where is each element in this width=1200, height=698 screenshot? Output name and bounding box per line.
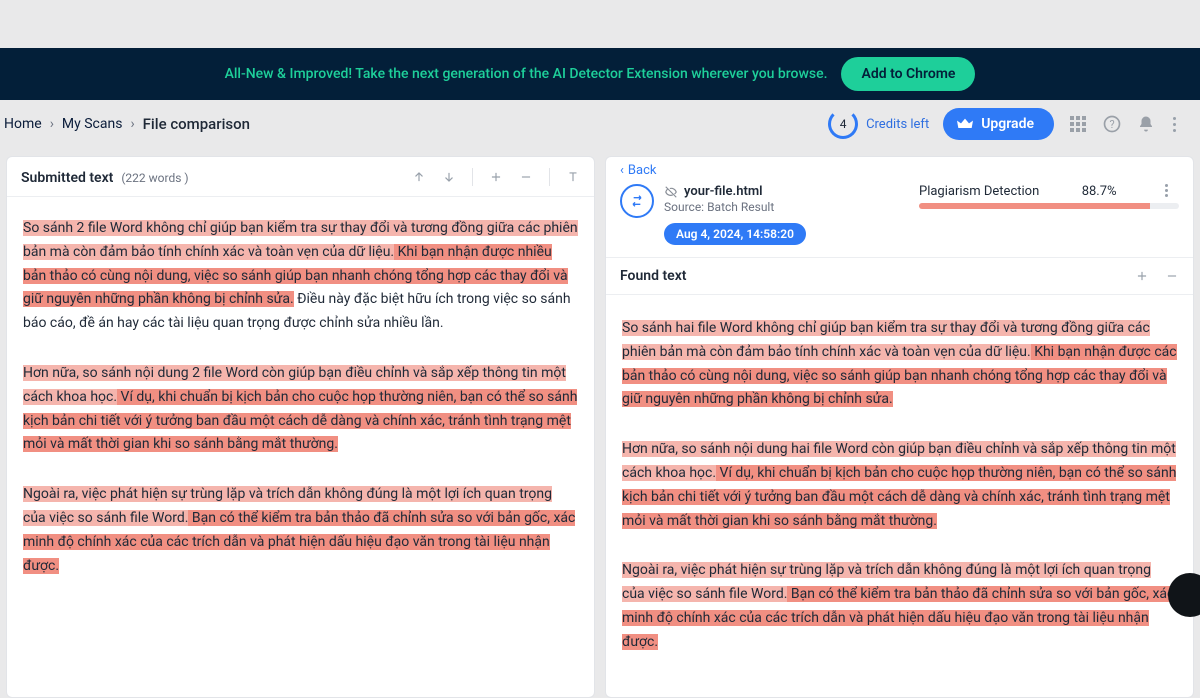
more-dots-icon[interactable] — [1165, 184, 1179, 199]
upgrade-button-label: Upgrade — [981, 116, 1034, 132]
upgrade-button[interactable]: Upgrade — [943, 108, 1054, 140]
text-format-icon[interactable] — [566, 170, 580, 184]
submitted-text-title-wrap: Submitted text (222 words ) — [21, 167, 189, 186]
chevron-right-icon: › — [50, 116, 54, 132]
detection-value: 88.7% — [1082, 184, 1117, 199]
browser-chrome-area — [0, 0, 1200, 48]
submitted-text-body: So sánh 2 file Word không chỉ giúp bạn k… — [7, 197, 594, 624]
file-meta: your-file.html Source: Batch Result Aug … — [664, 184, 806, 245]
breadcrumb-home[interactable]: Home — [4, 116, 42, 132]
file-name: your-file.html — [684, 184, 763, 199]
breadcrumb: Home › My Scans › File comparison — [4, 115, 250, 133]
back-link[interactable]: ‹ Back — [620, 163, 1179, 178]
arrow-up-icon[interactable] — [412, 170, 426, 184]
header-actions: 4 Credits left Upgrade ? — [828, 108, 1190, 140]
found-text-body: So sánh hai file Word không chỉ giúp bạn… — [606, 295, 1193, 697]
breadcrumb-current: File comparison — [143, 115, 250, 133]
detection-progress-bar — [919, 203, 1179, 209]
found-text-panel: ‹ Back your-file.html Source: Batch Resu… — [605, 156, 1194, 698]
credits-count: 4 — [840, 117, 847, 131]
credits-indicator[interactable]: 4 Credits left — [828, 109, 929, 139]
submitted-paragraph: Hơn nữa, so sánh nội dung 2 file Word cò… — [23, 362, 578, 457]
scan-date-badge: Aug 4, 2024, 14:58:20 — [664, 223, 806, 245]
file-info-row: your-file.html Source: Batch Result Aug … — [620, 184, 1179, 245]
found-text-tools — [1135, 269, 1179, 283]
credits-label: Credits left — [866, 117, 929, 132]
crown-icon — [957, 118, 973, 130]
main-content: Submitted text (222 words ) So sánh 2 fi… — [0, 148, 1200, 698]
submitted-paragraph: So sánh 2 file Word không chỉ giúp bạn k… — [23, 217, 578, 336]
plus-icon[interactable] — [1135, 269, 1149, 283]
separator — [549, 168, 550, 186]
header-bar: Home › My Scans › File comparison 4 Cred… — [0, 100, 1200, 148]
submitted-text-title: Submitted text — [21, 170, 113, 186]
found-paragraph: Hơn nữa, so sánh nội dung hai file Word … — [622, 438, 1177, 533]
plus-icon[interactable] — [489, 170, 503, 184]
chevron-right-icon: › — [130, 116, 134, 132]
promo-banner: All-New & Improved! Take the next genera… — [0, 48, 1200, 100]
found-text-header-top: ‹ Back your-file.html Source: Batch Resu… — [606, 157, 1193, 253]
svg-text:?: ? — [1109, 118, 1114, 131]
swap-icon[interactable] — [620, 184, 654, 218]
submitted-text-header: Submitted text (222 words ) — [7, 157, 594, 197]
bell-icon[interactable] — [1136, 114, 1156, 134]
found-text-title: Found text — [620, 268, 687, 284]
breadcrumb-my-scans[interactable]: My Scans — [62, 116, 123, 132]
chevron-left-icon: ‹ — [620, 163, 624, 178]
found-paragraph: So sánh hai file Word không chỉ giúp bạn… — [622, 317, 1177, 412]
submitted-paragraph: Ngoài ra, việc phát hiện sự trùng lặp và… — [23, 483, 578, 578]
menu-dots-icon[interactable] — [1170, 114, 1190, 134]
help-icon[interactable]: ? — [1102, 114, 1122, 134]
plagiarism-detection: Plagiarism Detection 88.7% — [919, 184, 1179, 209]
detection-label: Plagiarism Detection — [919, 184, 1039, 199]
apps-grid-icon[interactable] — [1068, 114, 1088, 134]
file-source: Source: Batch Result — [664, 200, 806, 214]
credits-gauge-icon: 4 — [828, 109, 858, 139]
minus-icon[interactable] — [1165, 269, 1179, 283]
found-paragraph: Ngoài ra, việc phát hiện sự trùng lặp và… — [622, 559, 1177, 654]
word-count: (222 words ) — [121, 171, 188, 185]
separator — [472, 168, 473, 186]
minus-icon[interactable] — [519, 170, 533, 184]
eye-off-icon — [664, 185, 678, 199]
back-label: Back — [628, 163, 657, 178]
submitted-text-panel: Submitted text (222 words ) So sánh 2 fi… — [6, 156, 595, 698]
submitted-text-tools — [412, 168, 580, 186]
add-to-chrome-button[interactable]: Add to Chrome — [841, 57, 975, 91]
promo-banner-text: All-New & Improved! Take the next genera… — [225, 66, 828, 82]
detection-progress-fill — [919, 203, 1150, 209]
arrow-down-icon[interactable] — [442, 170, 456, 184]
found-text-header: Found text — [606, 257, 1193, 295]
